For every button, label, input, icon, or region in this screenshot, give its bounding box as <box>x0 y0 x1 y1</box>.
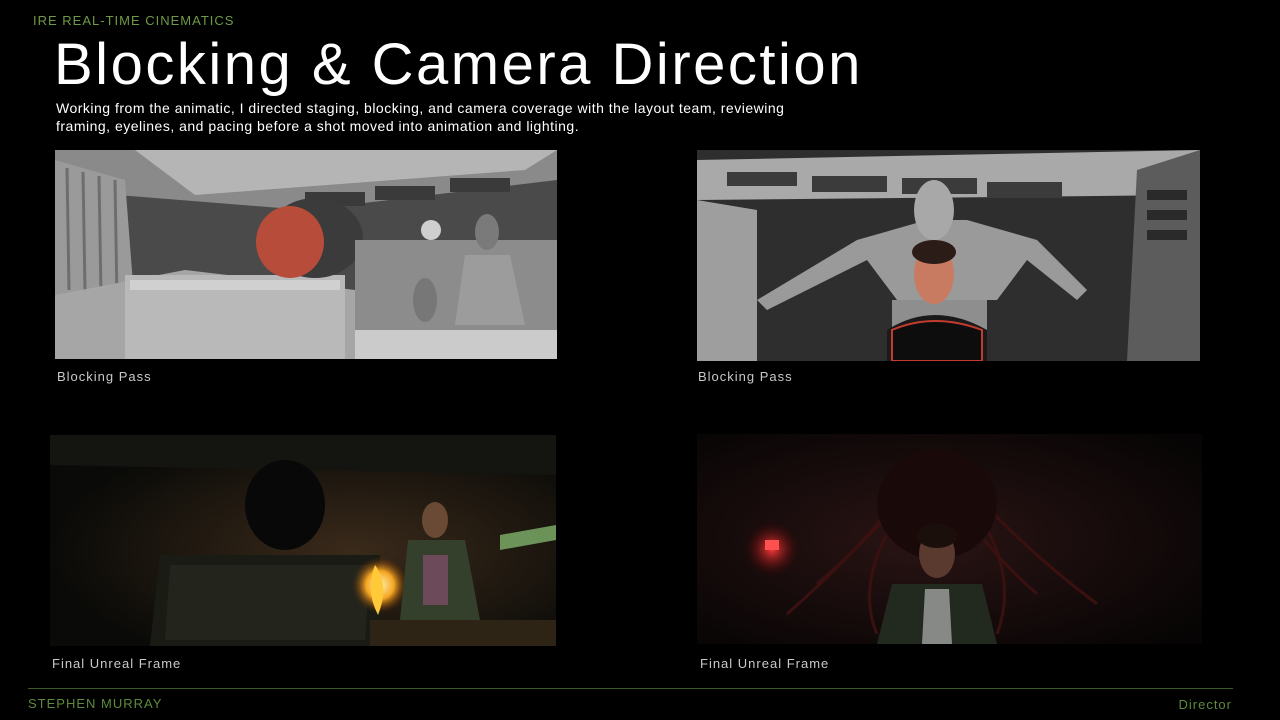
frame-caption-2: Blocking Pass <box>698 369 793 384</box>
eyebrow-label: IRE REAL-TIME CINEMATICS <box>33 13 235 28</box>
page-title: Blocking & Camera Direction <box>54 32 863 97</box>
blocking-pass-frame-2 <box>697 150 1200 361</box>
frame-caption-3: Final Unreal Frame <box>52 656 182 671</box>
blocking-pass-frame-1 <box>55 150 557 359</box>
footer-role: Director <box>1178 697 1232 712</box>
footer-name: STEPHEN MURRAY <box>28 696 163 711</box>
final-unreal-frame-1 <box>50 435 556 646</box>
frame-caption-1: Blocking Pass <box>57 369 152 384</box>
frame-caption-4: Final Unreal Frame <box>700 656 830 671</box>
page-subtitle: Working from the animatic, I directed st… <box>56 100 785 134</box>
final-unreal-frame-2 <box>697 434 1202 644</box>
footer-divider <box>28 688 1233 689</box>
